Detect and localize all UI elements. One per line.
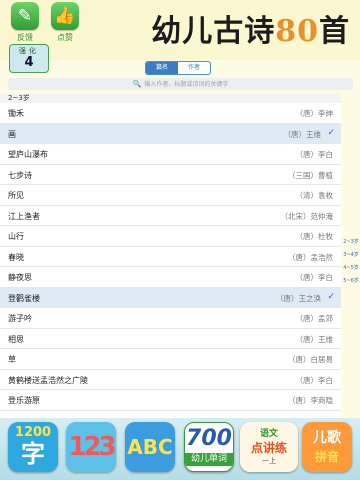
app6-sub: 拼音: [314, 450, 339, 464]
app-icon-abc[interactable]: ABC: [125, 422, 175, 472]
poem-title: 静夜思: [8, 273, 32, 282]
poem-author: （清）袁枚: [295, 191, 334, 200]
app5-mid: 点讲练: [250, 441, 287, 455]
poem-author: （唐）杜牧: [295, 232, 334, 241]
sort-segmented-control: 篇名 作者: [145, 61, 211, 75]
app-title: 幼儿古诗80首: [151, 6, 350, 50]
poem-row[interactable]: 山行 （唐）杜牧: [0, 226, 341, 247]
feedback-label: 反馈: [17, 33, 33, 42]
poem-author: （唐）王维: [295, 334, 334, 344]
poem-title: 草: [8, 355, 16, 364]
tab-author[interactable]: 作者: [178, 62, 210, 74]
app-title-main: 幼儿古诗: [151, 14, 276, 49]
app4-sub: 幼儿单词: [185, 453, 233, 466]
poem-title: 江上渔者: [8, 211, 40, 221]
checkmark-icon: ✓: [327, 291, 335, 302]
poem-row[interactable]: 游子吟 （唐）孟郊: [0, 308, 341, 329]
section-index[interactable]: 2~3岁 3~4岁 4~5岁 5~6岁: [342, 236, 360, 288]
promo-app-bar: 1200 字 123 ABC 700 幼儿单词 语文 点讲练 一上 儿歌 拼音: [0, 418, 360, 480]
poem-row[interactable]: 望庐山瀑布 （唐）李白: [0, 144, 341, 165]
poem-title: 所见: [8, 191, 24, 200]
poem-title: 七步诗: [8, 170, 32, 180]
section-header: 2~3岁: [0, 94, 341, 103]
app5-sub: 一上: [262, 457, 276, 465]
poem-row[interactable]: 草 （唐）白居易: [0, 349, 341, 370]
app1-main: 字: [21, 440, 45, 468]
poem-row[interactable]: 登乐游原 （唐）李商隐: [0, 390, 341, 411]
edit-icon: ✎: [11, 2, 39, 30]
app4-num: 700: [186, 426, 232, 451]
poem-title: 游子吟: [8, 314, 32, 323]
poem-author: （唐）李商隐: [288, 396, 333, 405]
poem-title: 画: [8, 129, 16, 139]
poem-list[interactable]: 2~3岁 锄禾 （唐）李绅画（唐）王维 ✓ 望庐山瀑布 （唐）李白 七步诗 （三国）曹植 所见…: [0, 94, 341, 424]
poem-author: （唐）李白: [295, 150, 334, 159]
poem-title: 望庐山瀑布: [8, 150, 48, 159]
poem-row[interactable]: 江上渔者 （北宋）范仲淹: [0, 205, 341, 226]
poem-row[interactable]: 登鹳雀楼 （唐）王之涣 ✓: [0, 287, 341, 308]
poem-row[interactable]: 黄鹤楼送孟浩然之广陵 （唐）李白: [0, 369, 341, 390]
poem-title: 春晓: [8, 252, 24, 262]
poem-row[interactable]: 所见 （清）袁枚: [0, 185, 341, 206]
app6-main: 儿歌: [313, 430, 341, 446]
tab-title[interactable]: 篇名: [146, 62, 178, 74]
poem-author: （唐）孟浩然: [288, 252, 333, 262]
poem-author: （唐）白居易: [288, 355, 333, 364]
poem-author: （北宋）范仲淹: [280, 211, 334, 221]
poem-author: （唐）孟郊: [295, 314, 334, 323]
poem-author: （唐）李白: [295, 273, 334, 282]
poem-row[interactable]: 静夜思 （唐）李白: [0, 267, 341, 288]
app5-top: 语文: [259, 429, 278, 439]
search-input[interactable]: 🔍 输入作者、标题或诗词的关键字: [8, 78, 353, 90]
index-item[interactable]: 2~3岁: [342, 236, 360, 249]
like-button[interactable]: 👍 点赞: [48, 2, 82, 43]
poem-author: （唐）李绅: [295, 109, 334, 118]
poem-author: （唐）李白: [295, 375, 334, 385]
app1-top: 1200: [14, 425, 52, 440]
app-icon-numbers[interactable]: 123: [66, 422, 116, 472]
poem-title: 登鹳雀楼: [8, 293, 40, 303]
feedback-button[interactable]: ✎ 反馈: [8, 2, 42, 43]
poem-author: （三国）曹植: [288, 170, 333, 180]
app-icon-nursery-pinyin[interactable]: 儿歌 拼音: [302, 422, 352, 472]
poem-title: 相思: [8, 334, 24, 344]
poem-title: 山行: [8, 232, 24, 241]
poem-row[interactable]: 七步诗 （三国）曹植: [0, 164, 341, 185]
like-label: 点赞: [57, 33, 73, 42]
checkmark-icon: ✓: [327, 127, 335, 138]
app-icon-chinese-lessons[interactable]: 语文 点讲练 一上: [240, 422, 298, 472]
app-header: ✎ 反馈 👍 点赞 幼儿古诗80首: [0, 0, 360, 60]
app-title-end: 首: [319, 14, 350, 49]
reinforce-count: 4: [24, 55, 34, 70]
search-icon: 🔍: [132, 80, 142, 88]
poem-row[interactable]: 画 （唐）王维 ✓: [0, 123, 341, 144]
poem-title: 黄鹤楼送孟浩然之广陵: [8, 375, 88, 385]
poem-row[interactable]: 相思 （唐）王维: [0, 328, 341, 349]
app-icon-700-words[interactable]: 700 幼儿单词: [184, 422, 234, 472]
poem-title: 登乐游原: [8, 396, 40, 405]
thumbs-up-icon: 👍: [51, 2, 79, 30]
app-title-number: 80: [275, 14, 319, 49]
poem-author: （唐）王维: [283, 129, 322, 139]
poem-author: （唐）王之涣: [276, 293, 321, 303]
app-icon-1200-characters[interactable]: 1200 字: [8, 422, 58, 472]
app2-main: 123: [68, 432, 116, 462]
app3-main: ABC: [127, 435, 173, 459]
poem-row[interactable]: 锄禾 （唐）李绅: [0, 103, 341, 124]
poem-title: 锄禾: [8, 109, 24, 118]
index-item[interactable]: 5~6岁: [342, 275, 360, 288]
poem-row[interactable]: 春晓 （唐）孟浩然: [0, 246, 341, 267]
reinforce-badge[interactable]: 强化 4: [9, 44, 49, 73]
index-item[interactable]: 4~5岁: [342, 262, 360, 275]
search-placeholder: 输入作者、标题或诗词的关键字: [144, 81, 229, 88]
index-item[interactable]: 3~4岁: [342, 249, 360, 262]
